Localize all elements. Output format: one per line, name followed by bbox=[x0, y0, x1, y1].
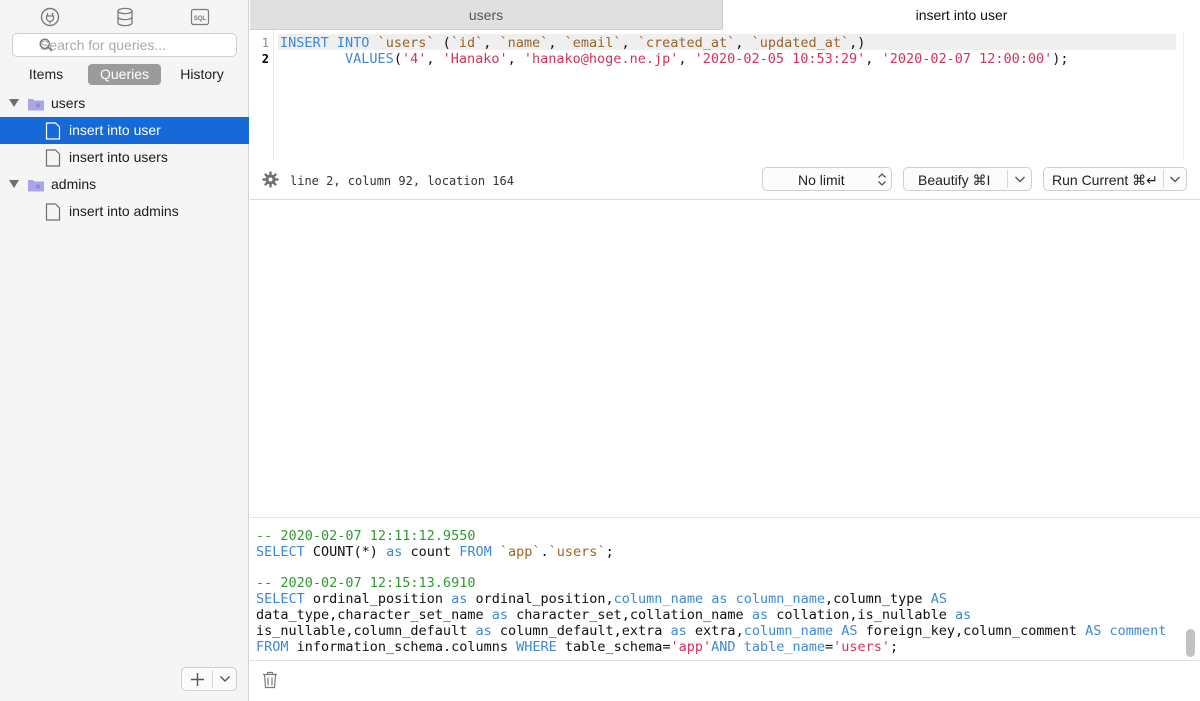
search-icon bbox=[39, 38, 53, 52]
sidebar-segmented-control: Items Queries History bbox=[0, 64, 249, 86]
log-comment: -- 2020-02-07 12:11:12.9550 bbox=[256, 528, 476, 544]
code-line-1: INSERT INTO `users` (`id`, `name`, `emai… bbox=[280, 35, 866, 51]
folder-row-users[interactable]: users bbox=[0, 90, 249, 117]
search-input[interactable] bbox=[40, 37, 220, 53]
search-field[interactable] bbox=[12, 33, 237, 57]
chevron-down-icon[interactable] bbox=[219, 674, 231, 684]
folder-row-admins[interactable]: admins bbox=[0, 171, 249, 198]
results-pane bbox=[250, 201, 1200, 518]
log-line: data_type,character_set_name as characte… bbox=[256, 607, 972, 623]
query-row-insert-into-admins[interactable]: insert into admins bbox=[0, 198, 249, 225]
plug-icon[interactable] bbox=[39, 6, 61, 28]
plus-icon[interactable] bbox=[190, 672, 205, 687]
cursor-status: line 2, column 92, location 164 bbox=[290, 174, 514, 188]
sql-editor[interactable]: 1 2 INSERT INTO `users` (`id`, `name`, `… bbox=[250, 30, 1200, 160]
log-line: SELECT COUNT(*) as count FROM `app`.`use… bbox=[256, 544, 614, 560]
sql-icon[interactable]: SQL bbox=[189, 6, 211, 28]
document-icon bbox=[45, 122, 61, 140]
tab-users[interactable]: users bbox=[250, 0, 723, 30]
editor-toolbar: line 2, column 92, location 164 No limit… bbox=[250, 160, 1200, 200]
folder-icon bbox=[28, 180, 44, 192]
line-number: 2 bbox=[261, 52, 269, 66]
tab-bar: users insert into user bbox=[250, 0, 1200, 30]
line-number-gutter: 1 2 bbox=[250, 30, 274, 160]
segment-history[interactable]: History bbox=[176, 64, 228, 85]
log-line: is_nullable,column_default as column_def… bbox=[256, 623, 1167, 639]
tree-item-label: admins bbox=[51, 176, 97, 192]
beautify-button-group: Beautify ⌘I bbox=[903, 167, 1032, 191]
tree-item-label: users bbox=[51, 95, 86, 111]
disclosure-triangle-icon[interactable] bbox=[9, 99, 19, 107]
disclosure-triangle-icon[interactable] bbox=[9, 180, 19, 188]
log-line: SELECT ordinal_position as ordinal_posit… bbox=[256, 591, 947, 607]
run-current-button[interactable]: Run Current ⌘↵ bbox=[1052, 172, 1158, 189]
document-icon bbox=[45, 203, 61, 221]
beautify-button[interactable]: Beautify ⌘I bbox=[918, 172, 990, 189]
tree-item-label: insert into users bbox=[69, 149, 168, 165]
limit-select[interactable]: No limit bbox=[762, 167, 892, 191]
query-row-insert-into-user[interactable]: insert into user bbox=[0, 117, 249, 144]
query-row-insert-into-users[interactable]: insert into users bbox=[0, 144, 249, 171]
editor-scrollbar[interactable] bbox=[1183, 32, 1200, 160]
query-log: -- 2020-02-07 12:11:12.9550 SELECT COUNT… bbox=[250, 519, 1200, 660]
document-icon bbox=[45, 149, 61, 167]
trash-icon[interactable] bbox=[262, 671, 278, 689]
run-button-group: Run Current ⌘↵ bbox=[1043, 167, 1187, 191]
add-query-control bbox=[181, 667, 237, 691]
tab-insert-into-user[interactable]: insert into user bbox=[723, 0, 1200, 30]
sidebar: SQL Items Queries History users insert i… bbox=[0, 0, 249, 701]
log-line: FROM information_schema.columns WHERE ta… bbox=[256, 639, 899, 655]
code-line-2: VALUES('4', 'Hanako', 'hanako@hoge.ne.jp… bbox=[345, 51, 1069, 67]
line-number: 1 bbox=[261, 36, 269, 50]
updown-chevron-icon bbox=[878, 173, 886, 186]
limit-select-label: No limit bbox=[798, 172, 845, 188]
log-scrollbar-thumb[interactable] bbox=[1186, 629, 1195, 657]
folder-icon bbox=[28, 99, 44, 111]
segment-queries[interactable]: Queries bbox=[88, 64, 161, 85]
tree-item-label: insert into admins bbox=[69, 203, 179, 219]
database-icon[interactable] bbox=[114, 6, 136, 28]
svg-text:SQL: SQL bbox=[194, 16, 207, 22]
gear-icon[interactable] bbox=[262, 171, 279, 188]
log-bottom-bar bbox=[250, 660, 1200, 701]
chevron-down-icon[interactable] bbox=[1169, 175, 1181, 184]
sidebar-top-icons: SQL bbox=[0, 6, 249, 30]
tree-item-label: insert into user bbox=[69, 122, 161, 138]
segment-items[interactable]: Items bbox=[24, 64, 68, 85]
log-comment: -- 2020-02-07 12:15:13.6910 bbox=[256, 575, 476, 591]
chevron-down-icon[interactable] bbox=[1014, 175, 1026, 184]
